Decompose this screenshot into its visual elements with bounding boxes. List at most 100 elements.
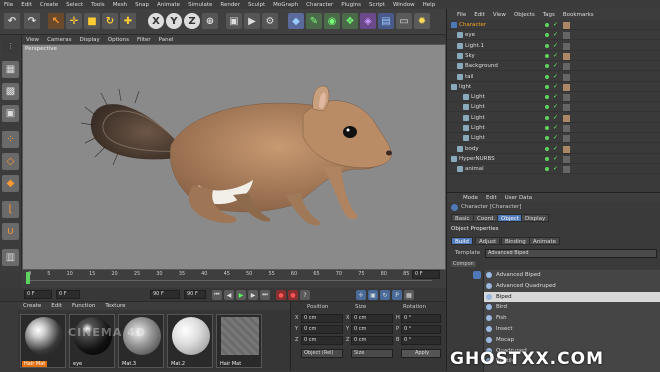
go-to-end-icon[interactable]: ⏭: [260, 290, 270, 300]
workplane-icon[interactable]: ▥: [2, 249, 19, 266]
enabled-check-icon[interactable]: ✓: [553, 124, 558, 132]
light-icon[interactable]: ✹: [414, 13, 430, 29]
enabled-check-icon[interactable]: ✓: [553, 21, 558, 29]
tab-basic[interactable]: Basic: [451, 214, 474, 222]
enabled-check-icon[interactable]: ✓: [553, 93, 558, 101]
tag-icon[interactable]: [563, 135, 570, 143]
viewport-menu-cameras[interactable]: Cameras: [43, 37, 75, 43]
viewport-menu-view[interactable]: View: [22, 37, 43, 43]
enabled-check-icon[interactable]: ✓: [553, 52, 558, 60]
material-menu-create[interactable]: Create: [18, 303, 46, 309]
enabled-check-icon[interactable]: ✓: [553, 62, 558, 70]
size-mode-select[interactable]: Size: [351, 349, 393, 358]
step-back-icon[interactable]: ◀: [224, 290, 234, 300]
y-axis-icon[interactable]: Y: [166, 13, 182, 29]
enabled-check-icon[interactable]: ✓: [553, 83, 558, 91]
last-tool-icon[interactable]: ✚: [120, 13, 136, 29]
object-row[interactable]: Light ✓: [447, 133, 660, 144]
template-option[interactable]: Insect: [484, 324, 660, 334]
current-frame-field[interactable]: 0 F: [56, 290, 80, 299]
key-position-icon[interactable]: ✛: [356, 290, 366, 300]
menu-snap[interactable]: Snap: [131, 2, 153, 8]
subtab-animate[interactable]: Animate: [529, 237, 561, 245]
size-field[interactable]: 0 cm: [351, 336, 393, 345]
object-row[interactable]: Light ✓: [447, 113, 660, 123]
model-mode-icon[interactable]: ▣: [2, 105, 19, 122]
menu-character[interactable]: Character: [302, 2, 337, 8]
enabled-check-icon[interactable]: ✓: [553, 103, 558, 111]
object-menu-view[interactable]: View: [489, 12, 510, 18]
tab-display[interactable]: Display: [521, 214, 550, 222]
visibility-dot[interactable]: [545, 146, 549, 151]
render-picture-icon[interactable]: ▶: [244, 13, 260, 29]
step-forward-icon[interactable]: ▶: [248, 290, 258, 300]
redo-icon[interactable]: ↷: [24, 13, 40, 29]
tag-icon[interactable]: [563, 83, 570, 91]
add-component-icon[interactable]: [473, 271, 481, 279]
play-icon[interactable]: ▶: [236, 290, 246, 300]
tag-icon[interactable]: [563, 22, 570, 29]
object-row[interactable]: tail ✓: [447, 72, 660, 82]
menu-script[interactable]: Script: [365, 2, 389, 8]
render-settings-icon[interactable]: ⚙: [262, 13, 278, 29]
rotation-field[interactable]: 0 °: [401, 314, 441, 323]
object-row[interactable]: animal ✓: [447, 164, 660, 175]
object-menu-bookmarks[interactable]: Bookmarks: [559, 12, 598, 18]
tag-icon[interactable]: [563, 155, 570, 163]
size-field[interactable]: 0 cm: [351, 325, 393, 334]
position-field[interactable]: 0 cm: [301, 336, 343, 345]
array-icon[interactable]: ❖: [342, 13, 358, 29]
material-swatch[interactable]: eye: [69, 314, 115, 368]
keyframe-selection-icon[interactable]: ?: [300, 290, 310, 300]
material-menu-edit[interactable]: Edit: [46, 303, 67, 309]
menu-window[interactable]: Window: [389, 2, 419, 8]
coordinate-system-icon[interactable]: ⊕: [202, 13, 218, 29]
key-param-icon[interactable]: P: [392, 290, 402, 300]
tag-icon[interactable]: [563, 42, 570, 50]
menu-sculpt[interactable]: Sculpt: [244, 2, 269, 8]
timeline[interactable]: 051015202530354045505560657075808590: [22, 270, 446, 288]
menu-help[interactable]: Help: [419, 2, 440, 8]
visibility-dot[interactable]: [545, 167, 549, 172]
object-row[interactable]: Light ✓: [447, 102, 660, 113]
menu-file[interactable]: File: [0, 2, 17, 8]
points-mode-icon[interactable]: ⁘: [2, 131, 19, 148]
enabled-check-icon[interactable]: ✓: [553, 134, 558, 142]
key-pla-icon[interactable]: ▦: [404, 290, 414, 300]
visibility-dot[interactable]: [545, 84, 549, 89]
tag-icon[interactable]: [563, 94, 570, 102]
texture-mode-icon[interactable]: ▩: [2, 83, 19, 100]
tab-coord[interactable]: Coord.: [473, 214, 499, 222]
object-menu-file[interactable]: File: [453, 12, 470, 18]
enabled-check-icon[interactable]: ✓: [553, 165, 558, 173]
visibility-dot[interactable]: [545, 115, 549, 120]
tag-icon[interactable]: [563, 125, 570, 132]
template-option[interactable]: Mocap: [484, 335, 660, 345]
scale-icon[interactable]: ■: [84, 13, 100, 29]
object-row[interactable]: HyperNURBS ✓: [447, 154, 660, 164]
viewport[interactable]: Perspective: [22, 44, 446, 270]
size-field[interactable]: 0 cm: [351, 314, 393, 323]
visibility-dot[interactable]: [545, 156, 549, 161]
key-rotation-icon[interactable]: ↻: [380, 290, 390, 300]
magnet-icon[interactable]: ∪: [2, 223, 19, 240]
coord-mode-select[interactable]: Object (Rel): [301, 349, 343, 358]
object-row[interactable]: light ✓: [447, 82, 660, 92]
visibility-dot[interactable]: [545, 33, 549, 38]
enabled-check-icon[interactable]: ✓: [553, 114, 558, 122]
menu-simulate[interactable]: Simulate: [184, 2, 216, 8]
pen-icon[interactable]: ✎: [306, 13, 322, 29]
attribute-menu-user-data[interactable]: User Data: [501, 195, 536, 201]
subtab-adjust[interactable]: Adjust: [475, 237, 501, 245]
object-row[interactable]: Character ✓: [447, 20, 660, 30]
enabled-check-icon[interactable]: ✓: [553, 31, 558, 39]
timeline-playhead[interactable]: [26, 272, 30, 284]
make-editable-icon[interactable]: ▦: [2, 61, 19, 78]
tag-icon[interactable]: [563, 166, 570, 174]
material-swatch[interactable]: Hair Mat: [20, 314, 66, 368]
object-row[interactable]: Light ✓: [447, 92, 660, 103]
menu-animate[interactable]: Animate: [153, 2, 184, 8]
viewport-menu-display[interactable]: Display: [76, 37, 104, 43]
tab-object[interactable]: Object: [497, 214, 523, 222]
object-row[interactable]: Sky ✓: [447, 51, 660, 61]
